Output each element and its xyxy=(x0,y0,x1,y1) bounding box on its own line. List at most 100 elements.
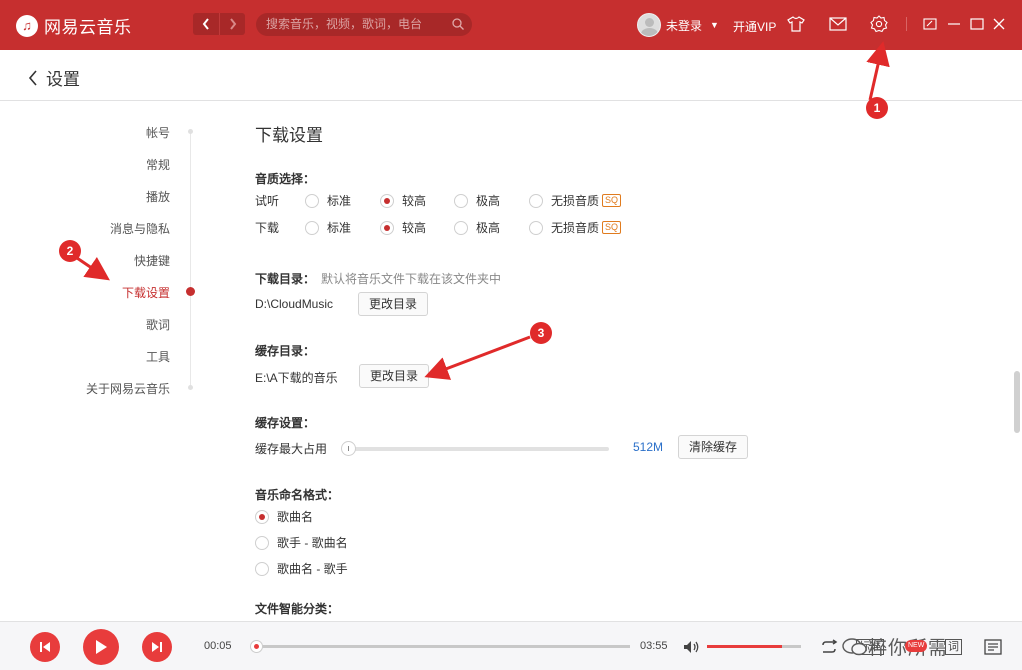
cache-dir-label: 缓存目录： xyxy=(255,344,316,358)
back-nav-button[interactable] xyxy=(193,13,219,35)
preview-high-option[interactable]: 较高 xyxy=(380,192,426,209)
play-button[interactable] xyxy=(83,629,119,665)
vip-link[interactable]: 开通VIP xyxy=(733,18,776,35)
download-dir-hint: 默认将音乐文件下载在该文件夹中 xyxy=(321,272,502,286)
page-title: 设置 xyxy=(46,70,80,89)
cache-dir-path: E:\A下载的音乐 xyxy=(255,371,338,385)
preview-higher-option[interactable]: 极高 xyxy=(454,192,500,209)
loop-mode-icon[interactable] xyxy=(819,637,839,657)
forward-nav-button[interactable] xyxy=(219,13,245,35)
preview-lossless-option[interactable]: 无损音质 SQ xyxy=(529,192,622,209)
player-bar: 00:05 03:55 标准 粹你所需 NEW 词 xyxy=(0,621,1022,670)
mail-icon[interactable] xyxy=(829,15,847,33)
new-badge: NEW xyxy=(905,640,928,652)
vertical-scrollbar[interactable] xyxy=(1014,371,1020,433)
download-quality-label: 下载 xyxy=(255,221,280,235)
radio-button[interactable] xyxy=(454,193,468,208)
chevron-left-icon xyxy=(28,69,37,86)
cache-max-label: 缓存最大占用 xyxy=(255,442,328,456)
radio-button[interactable] xyxy=(305,193,319,208)
cache-settings-label: 缓存设置： xyxy=(255,416,316,430)
annotation-badge-2: 2 xyxy=(59,240,81,262)
sidebar-item-account[interactable]: 帐号 xyxy=(146,124,170,141)
radio-button-checked[interactable] xyxy=(380,220,394,235)
search-placeholder: 搜索音乐，视频，歌词，电台 xyxy=(266,17,423,31)
radio-button[interactable] xyxy=(529,220,543,235)
caret-down-icon[interactable]: ▼ xyxy=(710,20,719,30)
preview-standard-option[interactable]: 标准 xyxy=(305,192,351,209)
sidebar-item-lyrics[interactable]: 歌词 xyxy=(146,316,170,333)
volume-icon[interactable] xyxy=(683,637,701,657)
naming-artist-title-option[interactable]: 歌手 - 歌曲名 xyxy=(255,534,348,551)
download-settings-panel: 下载设置 音质选择： 试听 标准 较高 极高 无损音质 SQ 下载 标准 较高 极… xyxy=(255,101,1005,621)
titlebar-divider xyxy=(906,17,907,31)
search-icon[interactable] xyxy=(452,18,464,30)
maximize-icon[interactable] xyxy=(968,15,986,33)
app-logo[interactable]: ♫ 网易云音乐 xyxy=(16,13,132,38)
download-dir-path: D:\CloudMusic xyxy=(255,297,334,311)
radio-button-checked[interactable] xyxy=(255,509,269,524)
chevron-right-icon xyxy=(229,18,236,30)
netease-logo-icon: ♫ xyxy=(16,14,38,37)
cache-size-slider[interactable] xyxy=(347,447,609,451)
radio-button[interactable] xyxy=(255,561,269,576)
smart-classify-label: 文件智能分类： xyxy=(255,602,340,616)
change-download-dir-button[interactable]: 更改目录 xyxy=(358,292,429,316)
radio-button[interactable] xyxy=(255,535,269,550)
annotation-badge-3: 3 xyxy=(530,322,552,344)
search-input[interactable]: 搜索音乐，视频，歌词，电台 xyxy=(256,13,472,36)
sidebar-item-download[interactable]: 下载设置 xyxy=(122,284,170,301)
volume-fill xyxy=(707,645,783,648)
cache-size-value: 512M xyxy=(633,440,664,454)
minimize-icon[interactable] xyxy=(945,15,963,33)
close-icon[interactable] xyxy=(990,15,1008,33)
annotation-badge-1: 1 xyxy=(866,97,888,119)
change-cache-dir-button[interactable]: 更改目录 xyxy=(359,364,430,388)
progress-bar[interactable] xyxy=(252,645,630,648)
sidebar-item-privacy[interactable]: 消息与隐私 xyxy=(110,220,170,237)
preview-quality-label: 试听 xyxy=(255,194,280,208)
radio-button[interactable] xyxy=(305,220,319,235)
sidebar-item-playback[interactable]: 播放 xyxy=(146,188,170,205)
history-nav xyxy=(193,13,245,35)
clear-cache-button[interactable]: 清除缓存 xyxy=(678,435,749,459)
sidebar-item-general[interactable]: 常规 xyxy=(146,156,170,173)
naming-title-option[interactable]: 歌曲名 xyxy=(255,508,313,525)
radio-button[interactable] xyxy=(529,193,543,208)
settings-header: 设置 xyxy=(0,50,1022,101)
progress-handle[interactable] xyxy=(250,640,263,653)
lyrics-button[interactable]: 词 xyxy=(945,637,962,657)
naming-format-label: 音乐命名格式： xyxy=(255,488,340,502)
mini-mode-icon[interactable] xyxy=(921,15,939,33)
chevron-left-icon xyxy=(202,18,209,30)
sq-badge: SQ xyxy=(602,194,622,207)
cache-slider-handle[interactable] xyxy=(341,441,356,456)
playlist-icon[interactable] xyxy=(984,637,1002,657)
download-high-option[interactable]: 较高 xyxy=(380,219,426,236)
volume-slider[interactable] xyxy=(707,645,801,648)
sq-badge: SQ xyxy=(602,221,622,234)
back-button[interactable]: 设置 xyxy=(28,65,80,90)
sidebar-item-about[interactable]: 关于网易云音乐 xyxy=(86,380,170,397)
sidebar-dot xyxy=(188,129,193,134)
sidebar-item-tools[interactable]: 工具 xyxy=(146,348,170,365)
previous-track-button[interactable] xyxy=(30,632,60,662)
download-lossless-option[interactable]: 无损音质 SQ xyxy=(529,219,622,236)
sidebar-dot xyxy=(188,385,193,390)
skin-icon[interactable] xyxy=(787,15,805,33)
next-track-button[interactable] xyxy=(142,632,172,662)
gear-icon[interactable] xyxy=(870,15,888,33)
avatar[interactable] xyxy=(637,13,661,37)
total-duration: 03:55 xyxy=(640,640,668,652)
download-higher-option[interactable]: 极高 xyxy=(454,219,500,236)
title-bar: ♫ 网易云音乐 搜索音乐，视频，歌词，电台 未登录 ▼ 开通VIP xyxy=(0,0,1022,50)
download-standard-option[interactable]: 标准 xyxy=(305,219,351,236)
radio-button[interactable] xyxy=(454,220,468,235)
wechat-icon xyxy=(842,637,867,655)
radio-button-checked[interactable] xyxy=(380,193,394,208)
user-menu[interactable]: 未登录 ▼ xyxy=(637,13,719,37)
sidebar-item-shortcuts[interactable]: 快捷键 xyxy=(134,252,170,269)
naming-title-artist-option[interactable]: 歌曲名 - 歌手 xyxy=(255,560,348,577)
elapsed-time: 00:05 xyxy=(204,640,232,652)
user-name[interactable]: 未登录 xyxy=(666,17,702,34)
